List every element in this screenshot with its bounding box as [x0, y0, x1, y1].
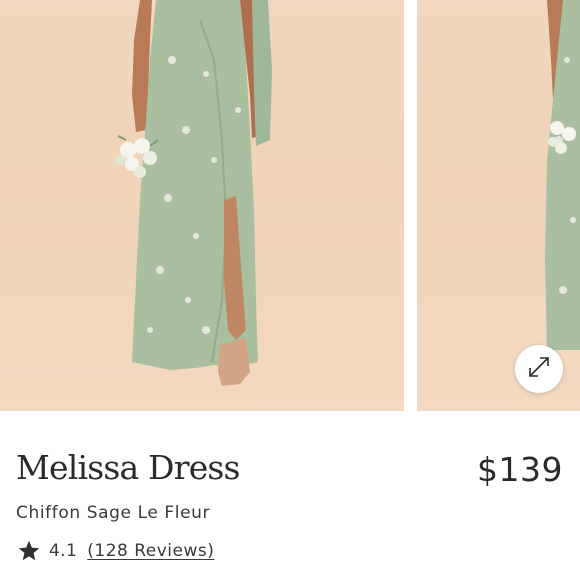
product-photo-front[interactable]	[0, 0, 404, 411]
product-price: $139	[477, 450, 563, 489]
rating-value: 4.1	[49, 541, 78, 561]
reviews-link[interactable]: (128 Reviews)	[87, 541, 214, 561]
product-gallery[interactable]	[0, 0, 580, 411]
dress-illustration	[115, 0, 272, 386]
product-info: Melissa Dress $139 Chiffon Sage Le Fleur…	[0, 411, 580, 580]
expand-button[interactable]	[515, 345, 563, 393]
expand-icon	[526, 354, 552, 384]
product-variant: Chiffon Sage Le Fleur	[16, 503, 211, 523]
rating-row: 4.1 (128 Reviews)	[16, 539, 214, 563]
star-icon	[16, 539, 42, 563]
dress-illustration-2	[545, 0, 580, 350]
product-name: Melissa Dress	[16, 448, 241, 487]
product-photo-side[interactable]	[417, 0, 580, 411]
